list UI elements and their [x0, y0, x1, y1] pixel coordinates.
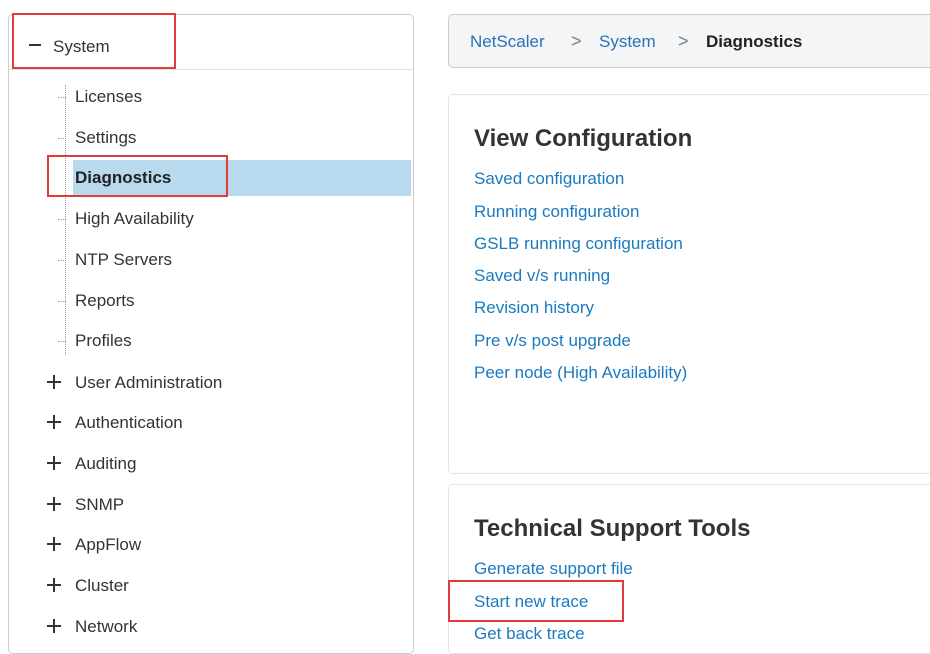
tree-item-label: NTP Servers — [75, 250, 172, 269]
tree-group-label: AppFlow — [75, 535, 142, 554]
tree-group-authentication[interactable]: Authentication — [9, 405, 409, 441]
tree-group-label: Network — [75, 617, 138, 636]
tree-group-label: Cluster — [75, 576, 129, 595]
technical-support-tools-title: Technical Support Tools — [474, 515, 751, 542]
tree-group-snmp[interactable]: SNMP — [9, 487, 409, 523]
tree-group-label: Authentication — [75, 413, 183, 432]
view-configuration-title: View Configuration — [474, 125, 693, 152]
tree-item-profiles[interactable]: Profiles — [9, 323, 409, 359]
expand-plus-icon[interactable] — [47, 578, 61, 592]
breadcrumb-separator-icon: > — [571, 31, 582, 51]
tree-item-label: Settings — [75, 128, 137, 147]
breadcrumb-system[interactable]: System — [599, 32, 656, 52]
view-configuration-card: View Configuration Saved configuration R… — [448, 94, 930, 474]
link-saved-configuration[interactable]: Saved configuration — [474, 169, 624, 189]
tree-group-label: Auditing — [75, 454, 137, 473]
expand-plus-icon[interactable] — [47, 497, 61, 511]
link-revision-history[interactable]: Revision history — [474, 298, 594, 318]
tree-group-cluster[interactable]: Cluster — [9, 568, 409, 604]
link-pre-vs-post-upgrade[interactable]: Pre v/s post upgrade — [474, 331, 631, 351]
link-peer-node-high-availability[interactable]: Peer node (High Availability) — [474, 363, 687, 383]
link-running-configuration[interactable]: Running configuration — [474, 202, 639, 222]
breadcrumb: NetScaler > System > Diagnostics — [448, 14, 930, 68]
link-gslb-running-configuration[interactable]: GSLB running configuration — [474, 234, 683, 254]
link-saved-vs-running[interactable]: Saved v/s running — [474, 266, 610, 286]
expand-plus-icon[interactable] — [47, 415, 61, 429]
tree-item-ntp-servers[interactable]: NTP Servers — [9, 242, 409, 278]
expand-plus-icon[interactable] — [47, 537, 61, 551]
tree-group-user-administration[interactable]: User Administration — [9, 365, 409, 401]
tree-item-diagnostics[interactable]: Diagnostics — [73, 160, 411, 196]
tree-group-network[interactable]: Network — [9, 609, 409, 645]
tree-group-auditing[interactable]: Auditing — [9, 446, 409, 482]
tree-group-appflow[interactable]: AppFlow — [9, 527, 409, 563]
tree-item-settings[interactable]: Settings — [9, 120, 409, 156]
tree-item-label: Profiles — [75, 331, 132, 350]
expand-plus-icon[interactable] — [47, 619, 61, 633]
technical-support-tools-card: Technical Support Tools Generate support… — [448, 484, 930, 654]
breadcrumb-current-diagnostics: Diagnostics — [706, 32, 803, 51]
tree-item-high-availability[interactable]: High Availability — [9, 201, 409, 237]
tree-group-label: SNMP — [75, 495, 125, 514]
tree-item-label: Diagnostics — [75, 168, 172, 187]
expand-plus-icon[interactable] — [47, 456, 61, 470]
tree-group-label: User Administration — [75, 373, 223, 392]
tree-item-label: Reports — [75, 291, 135, 310]
navigation-tree: System Licenses Settings Diagnostics Hig… — [8, 14, 414, 654]
collapse-minus-icon[interactable] — [29, 44, 41, 46]
tree-item-label: Licenses — [75, 87, 143, 106]
tree-item-licenses[interactable]: Licenses — [9, 79, 409, 115]
link-get-back-trace[interactable]: Get back trace — [474, 624, 585, 644]
tree-item-label: High Availability — [75, 209, 194, 228]
tree-item-reports[interactable]: Reports — [9, 283, 409, 319]
breadcrumb-netscaler[interactable]: NetScaler — [470, 32, 545, 52]
tree-node-system[interactable]: System — [9, 15, 413, 70]
link-generate-support-file[interactable]: Generate support file — [474, 559, 633, 579]
tree-node-system-label: System — [53, 37, 110, 56]
expand-plus-icon[interactable] — [47, 375, 61, 389]
link-start-new-trace[interactable]: Start new trace — [474, 592, 588, 612]
breadcrumb-separator-icon: > — [678, 31, 689, 51]
